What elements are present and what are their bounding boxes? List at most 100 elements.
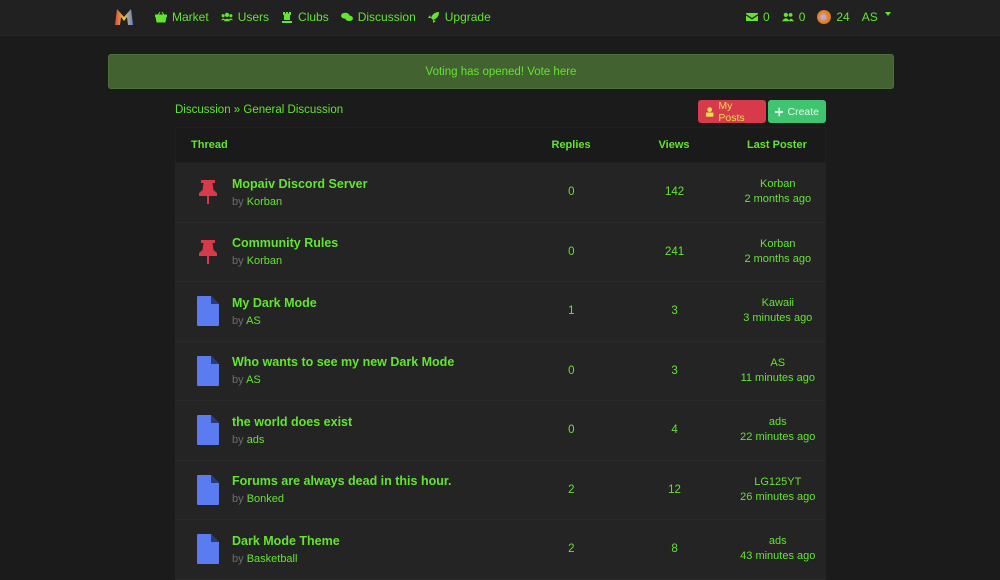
thread-title[interactable]: Dark Mode Theme [232,534,340,548]
messages-count: 0 [763,9,770,24]
messages-button[interactable]: 0 [746,10,770,24]
users-icon [220,12,233,21]
thread-indicator [195,534,221,565]
thread-author[interactable]: AS [246,315,261,327]
replies-count: 0 [568,245,575,258]
navbar: Market Users Clubs Discussion Upgrade 0 … [0,0,1000,36]
nav-clubs-label: Clubs [298,9,329,24]
thread-indicator [195,415,221,446]
user-menu[interactable]: AS [862,10,891,24]
last-post-time: 26 minutes ago [740,490,816,503]
last-post-time: 3 minutes ago [743,312,813,325]
last-post-time: 2 months ago [744,252,812,265]
rocket-icon [427,11,439,23]
views-count: 241 [664,245,685,258]
breadcrumb-discussion[interactable]: Discussion [175,104,231,116]
breadcrumb-general[interactable]: General Discussion [243,104,343,116]
last-poster[interactable]: ads [730,534,826,549]
threads-table: Thread Replies Views Last Poster Mopaiv … [175,127,826,580]
file-icon [197,296,219,327]
header-replies[interactable]: Replies [523,139,619,151]
coins-display[interactable]: 24 [817,9,850,24]
nav-discussion-label: Discussion [357,9,416,24]
by-label: by [232,255,244,268]
replies-count: 0 [568,364,575,377]
last-post-time: 2 months ago [744,193,812,206]
thread-indicator [195,474,221,505]
thread-indicator [195,296,221,327]
last-poster[interactable]: ads [730,415,826,430]
file-icon [197,415,219,446]
thumbtack-icon [199,239,217,264]
thread-title[interactable]: Who wants to see my new Dark Mode [232,355,454,369]
nav-clubs[interactable]: Clubs [281,10,329,24]
thread-title[interactable]: the world does exist [232,415,352,429]
views-count: 3 [671,305,678,318]
by-label: by [232,552,244,565]
views-count: 142 [664,186,685,199]
alert-text: Voting has opened! Vote here [425,65,577,78]
thread-author[interactable]: AS [246,374,261,386]
thread-title[interactable]: Mopaiv Discord Server [232,177,367,191]
last-poster[interactable]: Korban [730,237,826,252]
thread-author[interactable]: ads [247,434,265,446]
nav-discussion[interactable]: Discussion [340,9,416,24]
last-post-time: 11 minutes ago [740,371,815,384]
thread-indicator [195,355,221,386]
breadcrumb-separator: » [230,104,244,116]
thread-author[interactable]: Bonked [247,493,284,505]
nav-market[interactable]: Market [155,10,209,24]
plus-icon [775,107,784,116]
views-count: 3 [671,364,678,377]
user-icon [705,106,714,117]
friends-button[interactable]: 0 [781,10,805,24]
my-posts-button[interactable]: My Posts [698,100,766,124]
table-row[interactable]: Community Rules by Korban 0 241 Korban 2… [175,222,826,282]
thread-author[interactable]: Korban [247,255,282,267]
create-button[interactable]: Create [768,100,826,123]
replies-count: 0 [568,186,575,199]
table-row[interactable]: Who wants to see my new Dark Mode by AS … [175,341,826,401]
username: AS [861,9,878,24]
table-row[interactable]: Mopaiv Discord Server by Korban 0 142 Ko… [175,163,826,223]
thread-title[interactable]: Community Rules [232,236,338,250]
file-icon [197,355,219,386]
replies-count: 1 [568,305,575,318]
breadcrumb: Discussion » General Discussion [175,104,343,116]
pinned-indicator [195,237,221,267]
by-label: by [232,433,244,446]
last-poster[interactable]: AS [730,356,826,371]
header-views[interactable]: Views [619,139,729,151]
table-row[interactable]: Dark Mode Theme by Basketball 2 8 ads 43… [175,520,826,580]
file-icon [197,534,219,565]
replies-count: 2 [568,543,575,556]
header-last-poster[interactable]: Last Poster [729,139,825,151]
site-logo[interactable] [114,8,134,26]
nav-upgrade[interactable]: Upgrade [427,10,491,24]
pinned-indicator [195,177,221,207]
friends-icon [781,12,794,21]
table-header: Thread Replies Views Last Poster [175,127,826,163]
last-poster[interactable]: Korban [730,177,826,192]
table-row[interactable]: the world does exist by ads 0 4 ads 22 m… [175,401,826,461]
by-label: by [232,314,244,327]
nav-users[interactable]: Users [220,10,269,24]
table-row[interactable]: My Dark Mode by AS 1 3 Kawaii 3 minutes … [175,282,826,342]
envelope-icon [746,12,758,21]
thread-title[interactable]: My Dark Mode [232,296,317,310]
last-post-time: 43 minutes ago [740,550,816,563]
coin-icon [817,9,832,24]
header-thread[interactable]: Thread [176,139,494,151]
last-poster[interactable]: Kawaii [730,296,826,311]
nav-market-label: Market [172,9,209,24]
replies-count: 2 [568,483,575,496]
by-label: by [232,195,244,208]
thread-title[interactable]: Forums are always dead in this hour. [232,474,452,488]
thread-author[interactable]: Korban [247,196,282,208]
chess-rook-icon [282,11,293,23]
voting-alert[interactable]: Voting has opened! Vote here [108,54,894,89]
thread-author[interactable]: Basketball [247,553,298,565]
caret-down-icon [884,11,891,16]
table-row[interactable]: Forums are always dead in this hour. by … [175,460,826,520]
last-poster[interactable]: LG125YT [730,475,826,490]
